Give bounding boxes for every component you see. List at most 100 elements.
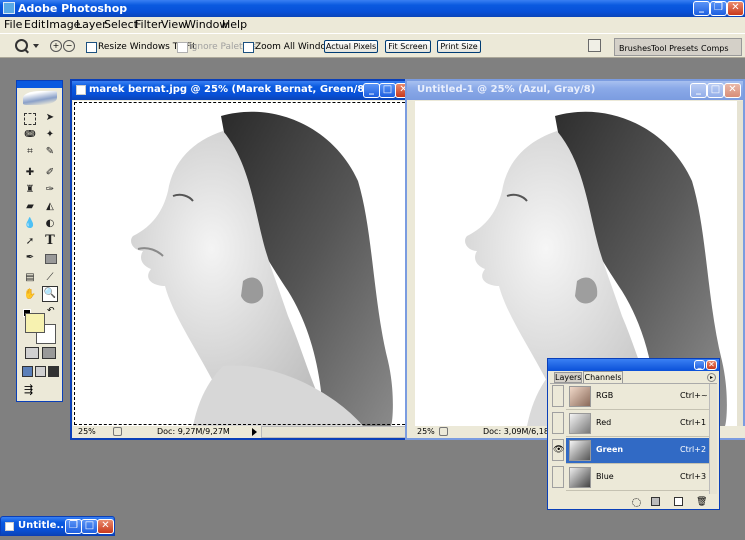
screen-mode-menubar-icon[interactable] [35, 366, 46, 377]
clone-stamp-tool-icon[interactable]: ♜ [23, 183, 37, 197]
document-minimize-button[interactable]: _ [363, 83, 380, 98]
well-tab-comps[interactable]: Comps [701, 44, 729, 53]
paint-bucket-tool-icon[interactable]: ◭ [43, 200, 57, 214]
menu-select[interactable]: Select [104, 18, 138, 31]
toolbox-header[interactable] [17, 81, 62, 88]
channel-row-red[interactable]: Red Ctrl+1 [566, 411, 709, 437]
zoom-level[interactable]: 25% [417, 427, 435, 436]
swap-colors-icon[interactable]: ↶ [47, 306, 55, 316]
menu-edit[interactable]: Edit [24, 18, 45, 31]
ignore-palettes-checkbox[interactable] [177, 42, 188, 53]
actual-pixels-button[interactable]: Actual Pixels [324, 40, 378, 53]
slice-tool-icon[interactable]: ✎ [43, 145, 57, 159]
minimized-maximize-button[interactable]: □ [81, 519, 98, 534]
document-title-bar-inactive[interactable]: Untitled-1 @ 25% (Azul, Gray/8) _ □ ✕ [407, 81, 743, 100]
app-title-bar[interactable]: Adobe Photoshop _ ❐ ✕ [0, 0, 745, 17]
channel-thumbnail [569, 413, 591, 434]
visibility-toggle-red[interactable] [552, 412, 564, 434]
menu-layer[interactable]: Layer [76, 18, 107, 31]
channel-row-rgb[interactable]: RGB Ctrl+~ [566, 384, 709, 410]
channel-row-green[interactable]: Green Ctrl+2 [566, 438, 709, 464]
quick-mask-icon[interactable] [42, 347, 56, 359]
healing-brush-tool-icon[interactable]: ✚ [23, 166, 37, 180]
jump-to-imageready-icon[interactable]: ⇶ [24, 383, 54, 397]
visibility-toggle-blue[interactable] [552, 466, 564, 488]
palette-title-bar[interactable]: _ ✕ [548, 359, 719, 371]
move-tool-icon[interactable]: ➤ [43, 111, 57, 125]
palette-tab-layers[interactable]: Layers [554, 372, 582, 383]
history-brush-tool-icon[interactable]: ✑ [43, 183, 57, 197]
palette-tab-channels[interactable]: Channels [583, 371, 623, 383]
status-info-icon[interactable] [439, 427, 448, 436]
pen-tool-icon[interactable]: ✒ [23, 251, 37, 265]
foreground-color-swatch[interactable] [25, 313, 45, 333]
status-menu-arrow-icon[interactable] [252, 428, 257, 436]
visibility-toggle-rgb[interactable] [552, 385, 564, 407]
print-size-button[interactable]: Print Size [437, 40, 481, 53]
hand-tool-icon[interactable]: ✋ [23, 288, 37, 302]
palette-minimize-button[interactable]: _ [694, 360, 705, 370]
file-browser-icon[interactable] [588, 39, 601, 52]
zoom-out-icon[interactable]: − [63, 40, 75, 52]
document-maximize-button[interactable]: □ [379, 83, 396, 98]
document-title-bar[interactable]: marek bernat.jpg @ 25% (Marek Bernat, Gr… [72, 81, 412, 100]
type-tool-icon[interactable]: T [43, 234, 57, 248]
app-title: Adobe Photoshop [18, 2, 128, 15]
resize-windows-checkbox[interactable] [86, 42, 97, 53]
channel-name: Red [596, 418, 612, 427]
lasso-tool-icon[interactable]: ↈ [23, 128, 37, 142]
document-icon [76, 85, 86, 95]
palette-menu-arrow-icon[interactable]: ▸ [707, 373, 716, 382]
minimized-restore-button[interactable]: ❐ [65, 519, 82, 534]
screen-mode-full-icon[interactable] [48, 366, 59, 377]
dodge-tool-icon[interactable]: ◐ [43, 217, 57, 231]
status-info-icon[interactable] [113, 427, 122, 436]
visibility-toggle-green[interactable]: 👁 [552, 439, 564, 461]
path-selection-tool-icon[interactable]: ➚ [23, 235, 37, 249]
eraser-tool-icon[interactable]: ▰ [23, 200, 37, 214]
notes-tool-icon[interactable]: ▤ [23, 271, 37, 285]
trash-icon[interactable]: 🗑 [696, 497, 707, 507]
palette-scrollbar[interactable] [709, 384, 717, 494]
palette-close-button[interactable]: ✕ [706, 360, 717, 370]
crop-tool-icon[interactable]: ⌗ [23, 145, 37, 159]
vertical-scrollbar[interactable] [737, 101, 743, 426]
document-minimize-button[interactable]: _ [690, 83, 707, 98]
marquee-tool-icon[interactable] [24, 113, 36, 125]
zoom-in-icon[interactable]: + [50, 40, 62, 52]
app-minimize-button[interactable]: _ [693, 1, 710, 16]
shape-tool-icon[interactable] [45, 254, 57, 264]
document-canvas[interactable] [73, 101, 411, 426]
horizontal-scrollbar[interactable] [261, 426, 409, 438]
screen-mode-standard-icon[interactable] [22, 366, 33, 377]
minimized-document-window[interactable]: Untitle... ❐ □ ✕ [0, 516, 115, 536]
well-tab-tool-presets[interactable]: Tool Presets [651, 44, 698, 53]
menu-help[interactable]: Help [222, 18, 247, 31]
tool-preset-chevron-icon[interactable] [33, 44, 39, 48]
well-tab-brushes[interactable]: Brushes [619, 44, 651, 53]
magic-wand-tool-icon[interactable]: ✦ [43, 128, 57, 142]
menu-file[interactable]: File [4, 18, 22, 31]
brush-tool-icon[interactable]: ✐ [43, 166, 57, 180]
zoom-level[interactable]: 25% [78, 427, 96, 436]
load-selection-icon[interactable] [632, 498, 641, 507]
blur-tool-icon[interactable]: 💧 [23, 217, 37, 231]
save-selection-icon[interactable] [651, 497, 660, 506]
standard-mode-icon[interactable] [25, 347, 39, 359]
zoom-tool-icon[interactable]: 🔍 [42, 286, 58, 302]
menu-filter[interactable]: Filter [135, 18, 162, 31]
document-maximize-button[interactable]: □ [707, 83, 724, 98]
document-close-button[interactable]: ✕ [724, 83, 741, 98]
fit-screen-button[interactable]: Fit Screen [385, 40, 431, 53]
document-window-marek[interactable]: marek bernat.jpg @ 25% (Marek Bernat, Gr… [70, 79, 414, 440]
app-close-button[interactable]: ✕ [727, 1, 744, 16]
channel-row-blue[interactable]: Blue Ctrl+3 [566, 465, 709, 491]
eyedropper-tool-icon[interactable]: ⟋ [43, 271, 57, 285]
zoom-handle-icon [24, 48, 29, 54]
zoom-all-windows-checkbox[interactable] [243, 42, 254, 53]
menu-view[interactable]: View [161, 18, 187, 31]
app-restore-button[interactable]: ❐ [710, 1, 727, 16]
minimized-close-button[interactable]: ✕ [97, 519, 114, 534]
new-channel-icon[interactable] [674, 497, 683, 506]
feather-icon[interactable] [23, 91, 57, 105]
